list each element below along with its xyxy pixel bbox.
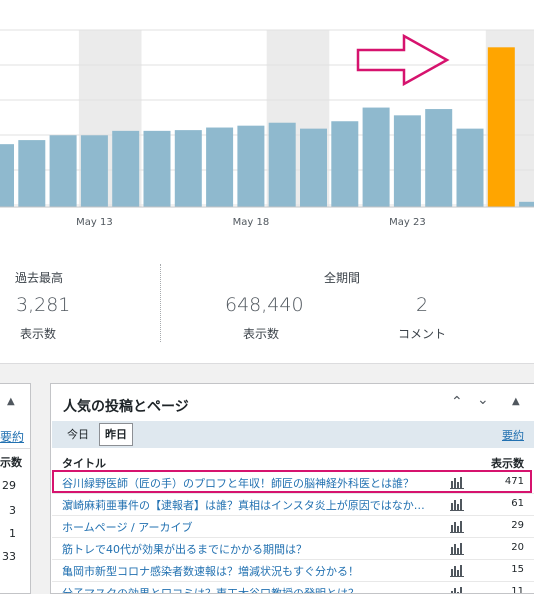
post-title-link[interactable]: 筋トレで40代が効果が出るまでにかかる期間は？ [62,541,442,557]
post-title-link[interactable]: 濵崎麻莉亜事件の【逮報者】は誰？真相はインスタ炎上が原因ではなか… [62,497,442,513]
bar [0,144,14,207]
bar [49,135,77,207]
left-widget-panel: ▲ 要約 示数 29 3 1 33 [0,383,31,594]
left-value: 3 [9,504,16,517]
bar [331,121,359,207]
bar [237,125,265,207]
best-sub-label: 表示数 [20,327,57,341]
column-views-header: 表示数 [491,457,524,470]
bar [456,128,484,207]
stats-chart-icon[interactable] [450,564,464,577]
left-column-header: 示数 [0,456,22,469]
post-views: 29 [511,520,524,531]
move-up-icon[interactable]: ⌃ [451,394,463,410]
left-divider [0,448,30,449]
tab-today[interactable]: 今日 [62,424,94,445]
bar [362,107,390,207]
left-value: 33 [2,550,16,563]
all-time-comments-label: コメント [398,327,447,341]
post-title-link[interactable]: 亀岡市新型コロナ感染者数速報は？増減状況もすぐ分かる！ [62,563,442,579]
all-time-label: 全期間 [324,271,361,285]
bar [80,135,108,207]
bar [487,47,515,207]
table-row[interactable]: ホームページ / アーカイブ 29 [52,516,534,538]
left-summary-link[interactable]: 要約 [0,428,24,445]
panel-title: 人気の投稿とページ [63,399,189,415]
post-title-link[interactable]: 分子マスクの効果と口コミは？東工大谷口教授の発明とは？ [62,585,442,593]
highlight-box [52,470,532,493]
stats-chart-icon[interactable] [450,542,464,555]
all-time-comments: 2 [416,294,429,316]
x-tick-label: May 13 [76,217,113,228]
bar [174,130,202,207]
table-row[interactable]: 濵崎麻莉亜事件の【逮報者】は誰？真相はインスタ炎上が原因ではなか… 61 [52,494,534,516]
left-value: 29 [2,479,16,492]
views-bar-chart: May 13May 18May 23May 28 [0,29,534,228]
period-tabs: 今日 昨日 要約 [52,421,534,448]
bar [268,122,296,207]
bar [206,127,234,207]
bar [112,130,140,207]
annotation-arrow [356,33,450,87]
stats-chart-icon[interactable] [450,586,464,594]
best-value: 3,281 [16,294,71,316]
all-time-views-label: 表示数 [243,327,280,341]
stats-chart-icon[interactable] [450,498,464,511]
views-chart: May 13May 18May 23May 28 [0,0,534,250]
stats-divider [160,264,161,342]
stats-summary: 過去最高 3,281 表示数 全期間 648,440 表示数 2 コメント [0,250,534,364]
bar [519,201,534,207]
post-views: 15 [511,564,524,575]
post-views: 20 [511,542,524,553]
bar [300,128,327,207]
all-time-views: 648,440 [225,294,304,316]
post-views: 61 [511,498,524,509]
x-tick-label: May 18 [233,217,270,228]
table-row[interactable]: 分子マスクの効果と口コミは？東工大谷口教授の発明とは？ 11 [52,582,534,594]
column-title-header: タイトル [62,457,106,470]
table-row[interactable]: 筋トレで40代が効果が出るまでにかかる期間は？ 20 [52,538,534,560]
bar [425,109,453,207]
move-down-icon[interactable]: ⌄ [477,392,489,408]
post-title-link[interactable]: ホームページ / アーカイブ [62,519,442,535]
bar [393,115,421,207]
post-views: 11 [511,586,524,594]
collapse-up-icon[interactable]: ▲ [7,396,15,407]
x-tick-label: May 23 [389,217,426,228]
bar [143,130,171,207]
bar [18,140,46,207]
best-label: 過去最高 [15,271,64,285]
tab-yesterday[interactable]: 昨日 [99,423,133,446]
left-value: 1 [9,527,16,540]
collapse-icon[interactable]: ▲ [512,396,520,407]
stats-chart-icon[interactable] [450,520,464,533]
summary-link[interactable]: 要約 [502,427,524,443]
table-row[interactable]: 亀岡市新型コロナ感染者数速報は？増減状況もすぐ分かる！ 15 [52,560,534,582]
